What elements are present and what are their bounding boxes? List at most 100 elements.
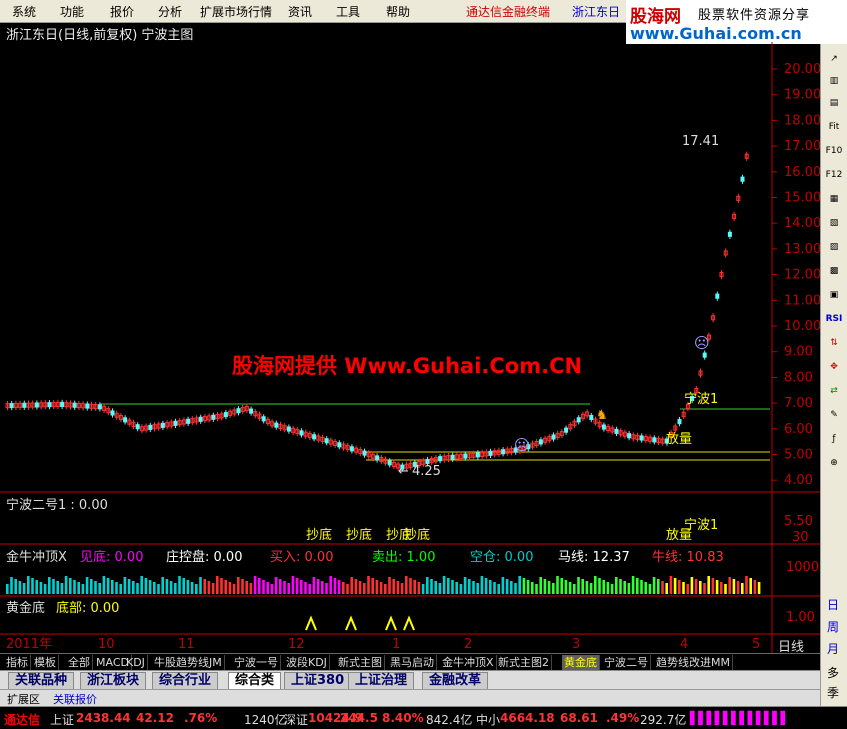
indicator-tab[interactable]: 波段KDJ	[284, 655, 330, 670]
block-tab[interactable]: 综合类	[228, 672, 282, 690]
volume-bar	[526, 580, 530, 594]
volume-bar	[249, 583, 253, 594]
price-tick: 6.00	[784, 422, 813, 437]
volume-bar	[111, 580, 114, 594]
indicator-tab[interactable]: 黑马启动	[388, 655, 437, 670]
volume-bar	[715, 580, 719, 594]
candle-body	[299, 430, 304, 436]
candle-body	[186, 418, 191, 424]
volume-bar	[123, 577, 127, 594]
volume-bar	[6, 584, 9, 594]
volume-bar	[350, 577, 353, 594]
candle-body	[551, 434, 556, 440]
volume-bar	[741, 583, 744, 594]
block-tab[interactable]: 浙江板块	[80, 672, 147, 690]
volume-bar	[505, 579, 509, 594]
volume-bar	[27, 576, 30, 594]
chart-icon[interactable]: ▧	[823, 214, 845, 232]
fit-icon[interactable]: Fit	[823, 118, 845, 136]
move-icon[interactable]: ✥	[823, 358, 845, 376]
price-tick: 12.00	[784, 268, 820, 283]
volume-bar	[392, 579, 395, 594]
grid-icon[interactable]: ▦	[823, 190, 845, 208]
compare-icon[interactable]: ▩	[823, 262, 845, 280]
calc-icon[interactable]: ▨	[823, 238, 845, 256]
line-chart-icon[interactable]: ↗	[823, 50, 845, 68]
volume-bar	[720, 582, 723, 594]
indicator-tab[interactable]: 模板	[32, 655, 59, 670]
block-tab[interactable]: 关联品种	[8, 672, 75, 690]
volume-bar	[678, 580, 681, 594]
indicator-tab[interactable]: 趋势线改进MM	[654, 655, 733, 670]
candle-body	[438, 456, 443, 462]
indicator-maichu: 卖出: 1.00	[372, 550, 436, 565]
menu-help[interactable]: 帮助	[386, 3, 410, 20]
date-tick: 10	[98, 637, 115, 652]
indicator-tab[interactable]: 新式主图2	[496, 655, 552, 670]
date-tick: 5	[752, 637, 760, 652]
volume-bar	[312, 577, 316, 594]
period-more[interactable]: 多	[827, 664, 839, 681]
pen-icon[interactable]: ✎	[823, 406, 845, 424]
volume-bar	[43, 584, 47, 594]
period-season[interactable]: 季	[827, 684, 839, 701]
candle-body	[564, 427, 569, 433]
volume-bar	[552, 583, 555, 594]
zoom-icon[interactable]: ⊕	[823, 454, 845, 472]
menu-quote[interactable]: 报价	[110, 3, 134, 20]
tab-extension-area[interactable]: 扩展区	[4, 691, 43, 707]
indicator-tab[interactable]: 牛股趋势线JM	[152, 655, 225, 670]
block-tab[interactable]: 上证治理	[348, 672, 415, 690]
sync-icon[interactable]: ⇄	[823, 382, 845, 400]
indicator-tab[interactable]: 全部	[66, 655, 93, 670]
menu-analysis[interactable]: 分析	[158, 3, 182, 20]
candle-body	[160, 422, 165, 428]
candle-body	[375, 455, 380, 461]
rsi-icon[interactable]: RSI	[823, 310, 845, 328]
volume-bar	[56, 581, 59, 594]
indicator-tab[interactable]: 宁波二号	[602, 655, 651, 670]
menu-news[interactable]: 资讯	[288, 3, 312, 20]
menu-system[interactable]: 系统	[12, 3, 36, 20]
indicator-tab[interactable]: 黄金底	[562, 655, 600, 670]
indicator-tab[interactable]: 指标	[4, 655, 31, 670]
block-tab[interactable]: 金融改革	[422, 672, 489, 690]
indicator-tab[interactable]: 新式主图	[336, 655, 385, 670]
candle-body	[286, 426, 291, 432]
brand-slogan: 股票软件资源分享	[698, 8, 811, 23]
candle-body	[211, 414, 216, 420]
formula-icon[interactable]: ƒ	[823, 430, 845, 448]
bar-chart-icon[interactable]: ▤	[823, 94, 845, 112]
block-tab[interactable]: 综合行业	[152, 672, 219, 690]
menu-tools[interactable]: 工具	[336, 3, 360, 20]
indicator-tab[interactable]: KDJ	[124, 655, 148, 670]
period-week[interactable]: 周	[827, 618, 839, 635]
volume-bar	[52, 579, 55, 594]
period-month[interactable]: 月	[827, 640, 839, 657]
menu-extended-market[interactable]: 扩展市场行情	[200, 3, 272, 20]
volume-bar	[543, 579, 547, 594]
menu-function[interactable]: 功能	[60, 3, 84, 20]
indicator-tab[interactable]: 金牛冲顶X	[440, 655, 497, 670]
volume-bar	[682, 582, 685, 594]
volume-bar	[270, 584, 274, 594]
block-tab[interactable]: 上证380	[284, 672, 352, 690]
arrow-up-down-icon[interactable]: ⇅	[823, 334, 845, 352]
volume-bar	[640, 580, 643, 594]
tab-related-quotes[interactable]: 关联报价	[50, 691, 100, 707]
indicator-icon[interactable]: ▣	[823, 286, 845, 304]
f10-icon[interactable]: F10	[823, 142, 845, 160]
f12-icon[interactable]: F12	[823, 166, 845, 184]
volume-bar	[556, 576, 559, 594]
indicator-tab[interactable]: 宁波一号	[232, 655, 281, 670]
panel3-axis-label: 1000	[786, 560, 820, 575]
chart-area[interactable]: 20.00 19.00 18.00 17.00 16.00 15.00 14.00 13.00…	[0, 22, 820, 655]
candlestick-icon[interactable]: ▥	[823, 72, 845, 90]
volume-bar	[610, 584, 614, 594]
candle-body	[97, 404, 102, 410]
bottom-signal	[345, 615, 357, 631]
volume-bar	[140, 576, 143, 594]
indicator-tabs: 指标 模板 全部 MACD KDJ 牛股趋势线JM 宁波一号 波段KDJ 新式主图 黑马启动 金牛冲…	[0, 653, 820, 671]
period-day[interactable]: 日	[827, 596, 839, 613]
volume-bar	[400, 583, 404, 594]
